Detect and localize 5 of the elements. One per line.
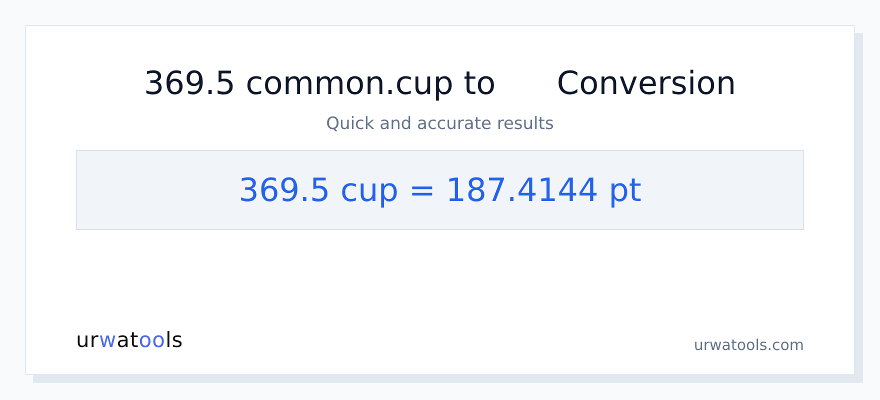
logo: urwatools [76, 326, 184, 354]
site-url: urwatools.com [694, 334, 804, 356]
conversion-result: 369.5 cup = 187.4144 pt [238, 170, 642, 211]
subtitle: Quick and accurate results [326, 113, 554, 136]
page-title: 369.5 common.cup to Conversion [144, 64, 736, 102]
